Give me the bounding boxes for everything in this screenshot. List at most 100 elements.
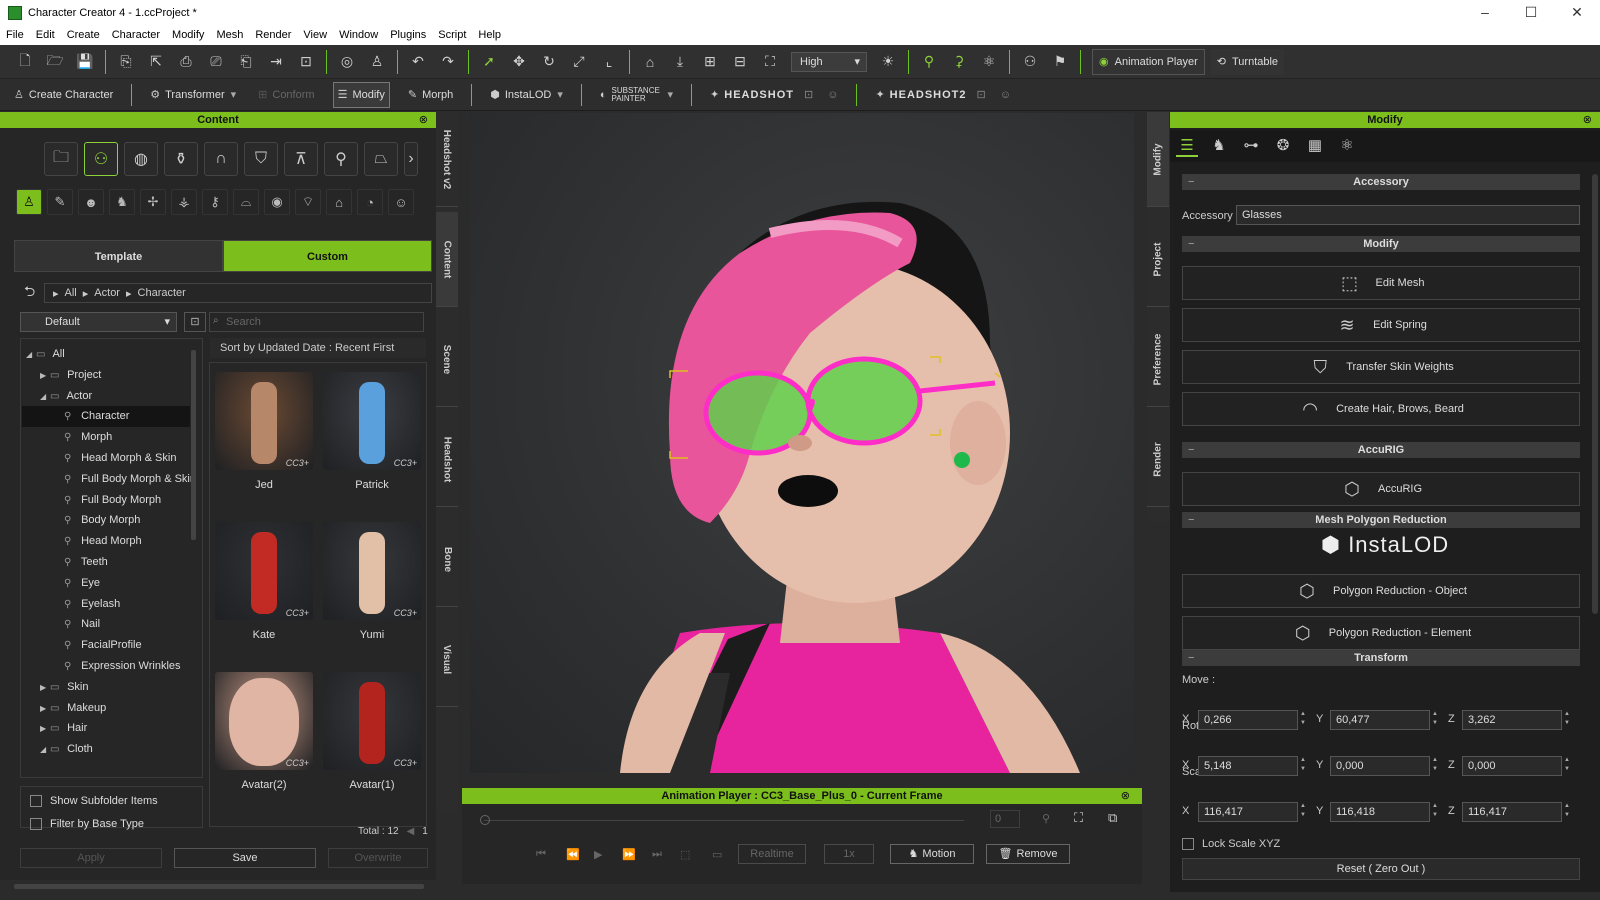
morph-slider-icon[interactable]: ⊶ [1240, 135, 1262, 157]
home-icon[interactable]: ⌂ [639, 51, 661, 73]
menu-modify[interactable]: Modify [172, 29, 204, 41]
side-tab-headshot[interactable]: Headshot [436, 412, 458, 507]
horizontal-scrollbar[interactable] [14, 884, 424, 889]
sort-label[interactable]: Sort by Updated Date : Recent First [210, 338, 426, 358]
camera-view-icon[interactable]: ⛶ [759, 51, 781, 73]
tree-item[interactable]: ⚲ Character [22, 406, 190, 428]
side-tab-bone[interactable]: Bone [436, 512, 458, 607]
head-morph-icon[interactable]: ☻ [78, 189, 104, 215]
search-input[interactable]: Search [209, 312, 424, 332]
move-z-field[interactable]: 3,262 [1462, 710, 1562, 730]
content-thumbnail[interactable]: CC3+ [323, 522, 421, 620]
spinner-arrows-icon[interactable]: ▲ ▼ [1298, 710, 1308, 730]
tree-item[interactable]: ⚲ Nail [22, 614, 190, 635]
side-tab-render[interactable]: Render [1147, 412, 1169, 507]
close-icon[interactable]: ✕ [1554, 0, 1600, 25]
content-thumbnail[interactable]: CC3+ [323, 672, 421, 770]
menu-create[interactable]: Create [67, 29, 100, 41]
remove-button[interactable]: 🗑 Remove [986, 844, 1070, 864]
create-hair-button[interactable]: ◠ Create Hair, Brows, Beard [1182, 392, 1580, 426]
facial-profile-icon[interactable]: ◔ [357, 189, 383, 215]
move-x-field[interactable]: 0,266 [1198, 710, 1298, 730]
attribute-sliders-icon[interactable]: ☰ [1176, 135, 1198, 157]
body-shape-icon[interactable]: ⚶ [171, 189, 197, 215]
turntable-button[interactable]: ⟲ Turntable [1210, 48, 1285, 75]
import-file-icon[interactable]: ⇱ [145, 51, 167, 73]
close-animation-icon[interactable]: ⊗ [1121, 788, 1130, 804]
tree-item[interactable]: ⚲ Body Morph [22, 510, 190, 531]
breadcrumb-all[interactable]: All [65, 287, 77, 299]
physics-atom-icon[interactable]: ⚛ [1336, 135, 1358, 157]
maximize-icon[interactable]: ☐ [1508, 0, 1554, 25]
close-panel-icon[interactable]: ⊗ [419, 112, 428, 128]
breadcrumb-character[interactable]: Character [138, 287, 186, 299]
more-icon[interactable]: › [404, 142, 418, 176]
menu-character[interactable]: Character [112, 29, 160, 41]
scene-icon[interactable]: ⏢ [364, 142, 398, 176]
prev-frame-icon[interactable]: ⏪ [566, 848, 580, 861]
physics-icon[interactable]: ⚳ [948, 51, 970, 73]
tree-item[interactable]: ◢ ▭ All [22, 344, 190, 365]
conform-button[interactable]: ⊞ Conform [254, 82, 318, 108]
global-icon[interactable]: ◎ [336, 51, 358, 73]
morph-icon[interactable]: ✎ [47, 189, 73, 215]
spinner-arrows-icon[interactable]: ▲ ▼ [1298, 802, 1308, 822]
teeth-icon[interactable]: ⌓ [233, 189, 259, 215]
save-icon[interactable]: 💾 [74, 51, 96, 73]
export-fbx-icon[interactable]: ⎚ [205, 51, 227, 73]
timeline-track[interactable] [484, 820, 964, 821]
save-button[interactable]: Save [174, 848, 316, 868]
spring-icon[interactable]: ⚲ [918, 51, 940, 73]
pose-icon[interactable]: ♙ [366, 51, 388, 73]
side-tab-project[interactable]: Project [1147, 212, 1169, 307]
open-folder-icon[interactable]: 🗁 [44, 51, 66, 73]
tree-item[interactable]: ⚲ Eye [22, 573, 190, 594]
tree-item[interactable]: ⚲ Teeth [22, 552, 190, 573]
menu-mesh[interactable]: Mesh [216, 29, 243, 41]
tree-expand-icon[interactable]: ◢ [40, 740, 50, 761]
flag-icon[interactable]: ⚑ [1049, 51, 1071, 73]
material-icon[interactable]: ❂ [1272, 135, 1294, 157]
tree-item[interactable]: ⚲ FacialProfile [22, 635, 190, 656]
tree-item[interactable]: ⚲ Full Body Morph & Skin [22, 469, 196, 490]
people-icon[interactable]: ⚇ [1019, 51, 1041, 73]
menu-render[interactable]: Render [255, 29, 291, 41]
side-tab-preference[interactable]: Preference [1147, 312, 1169, 407]
tree-item[interactable]: ⚲ Eyelash [22, 594, 190, 615]
tree-item[interactable]: ◢ ▭ Actor [22, 386, 190, 407]
play-icon[interactable]: ▶ [594, 848, 602, 861]
menu-plugins[interactable]: Plugins [390, 29, 426, 41]
transform-section[interactable]: Transform [1182, 650, 1580, 666]
polygon-reduction-object-button[interactable]: ⬡ Polygon Reduction - Object [1182, 574, 1580, 608]
nail-icon[interactable]: ⌂ [326, 189, 352, 215]
modify-button[interactable]: ☰ Modify [332, 81, 390, 108]
menu-window[interactable]: Window [339, 29, 378, 41]
substance-painter-button[interactable]: ◐ SUBSTANCE PAINTER ▾ [596, 82, 677, 108]
subtitle-icon[interactable]: ▭ [712, 848, 722, 861]
actor-icon[interactable]: ⚇ [84, 142, 118, 176]
hair-icon[interactable]: ∩ [204, 142, 238, 176]
content-thumbnail[interactable]: CC3+ [215, 522, 313, 620]
pipeline-icon[interactable]: ⊡ [295, 51, 317, 73]
close-panel-icon[interactable]: ⊗ [1583, 112, 1592, 128]
overwrite-button[interactable]: Overwrite [328, 848, 428, 868]
skip-end-icon[interactable]: ⏭ [652, 848, 662, 861]
lock-scale-checkbox[interactable]: Lock Scale XYZ [1182, 838, 1280, 850]
side-tab-content[interactable]: Content [436, 212, 458, 307]
library-dropdown[interactable]: Default [20, 312, 177, 332]
edit-mesh-button[interactable]: ⬚ Edit Mesh [1182, 266, 1580, 300]
motion-pose-icon[interactable]: ♞ [1208, 135, 1230, 157]
select-icon[interactable]: ➚ [478, 51, 500, 73]
import-icon[interactable]: ⎘ [115, 51, 137, 73]
rotate-z-field[interactable]: 0,000 [1462, 756, 1562, 776]
cloth-icon[interactable]: ⛉ [244, 142, 278, 176]
skip-start-icon[interactable]: ⏮ [536, 848, 546, 861]
tree-item[interactable]: ▶ ▭ Project [22, 365, 190, 386]
tree-item[interactable]: ▶ ▭ Skin [22, 677, 190, 698]
spinner-arrows-icon[interactable]: ▲ ▼ [1430, 710, 1440, 730]
3d-viewport[interactable] [470, 113, 1134, 773]
accurig-button[interactable]: ⬡ AccuRIG [1182, 472, 1580, 506]
move-icon[interactable]: ✥ [508, 51, 530, 73]
next-frame-icon[interactable]: ⏩ [622, 848, 636, 861]
motion-button[interactable]: ♞ Motion [890, 844, 974, 864]
